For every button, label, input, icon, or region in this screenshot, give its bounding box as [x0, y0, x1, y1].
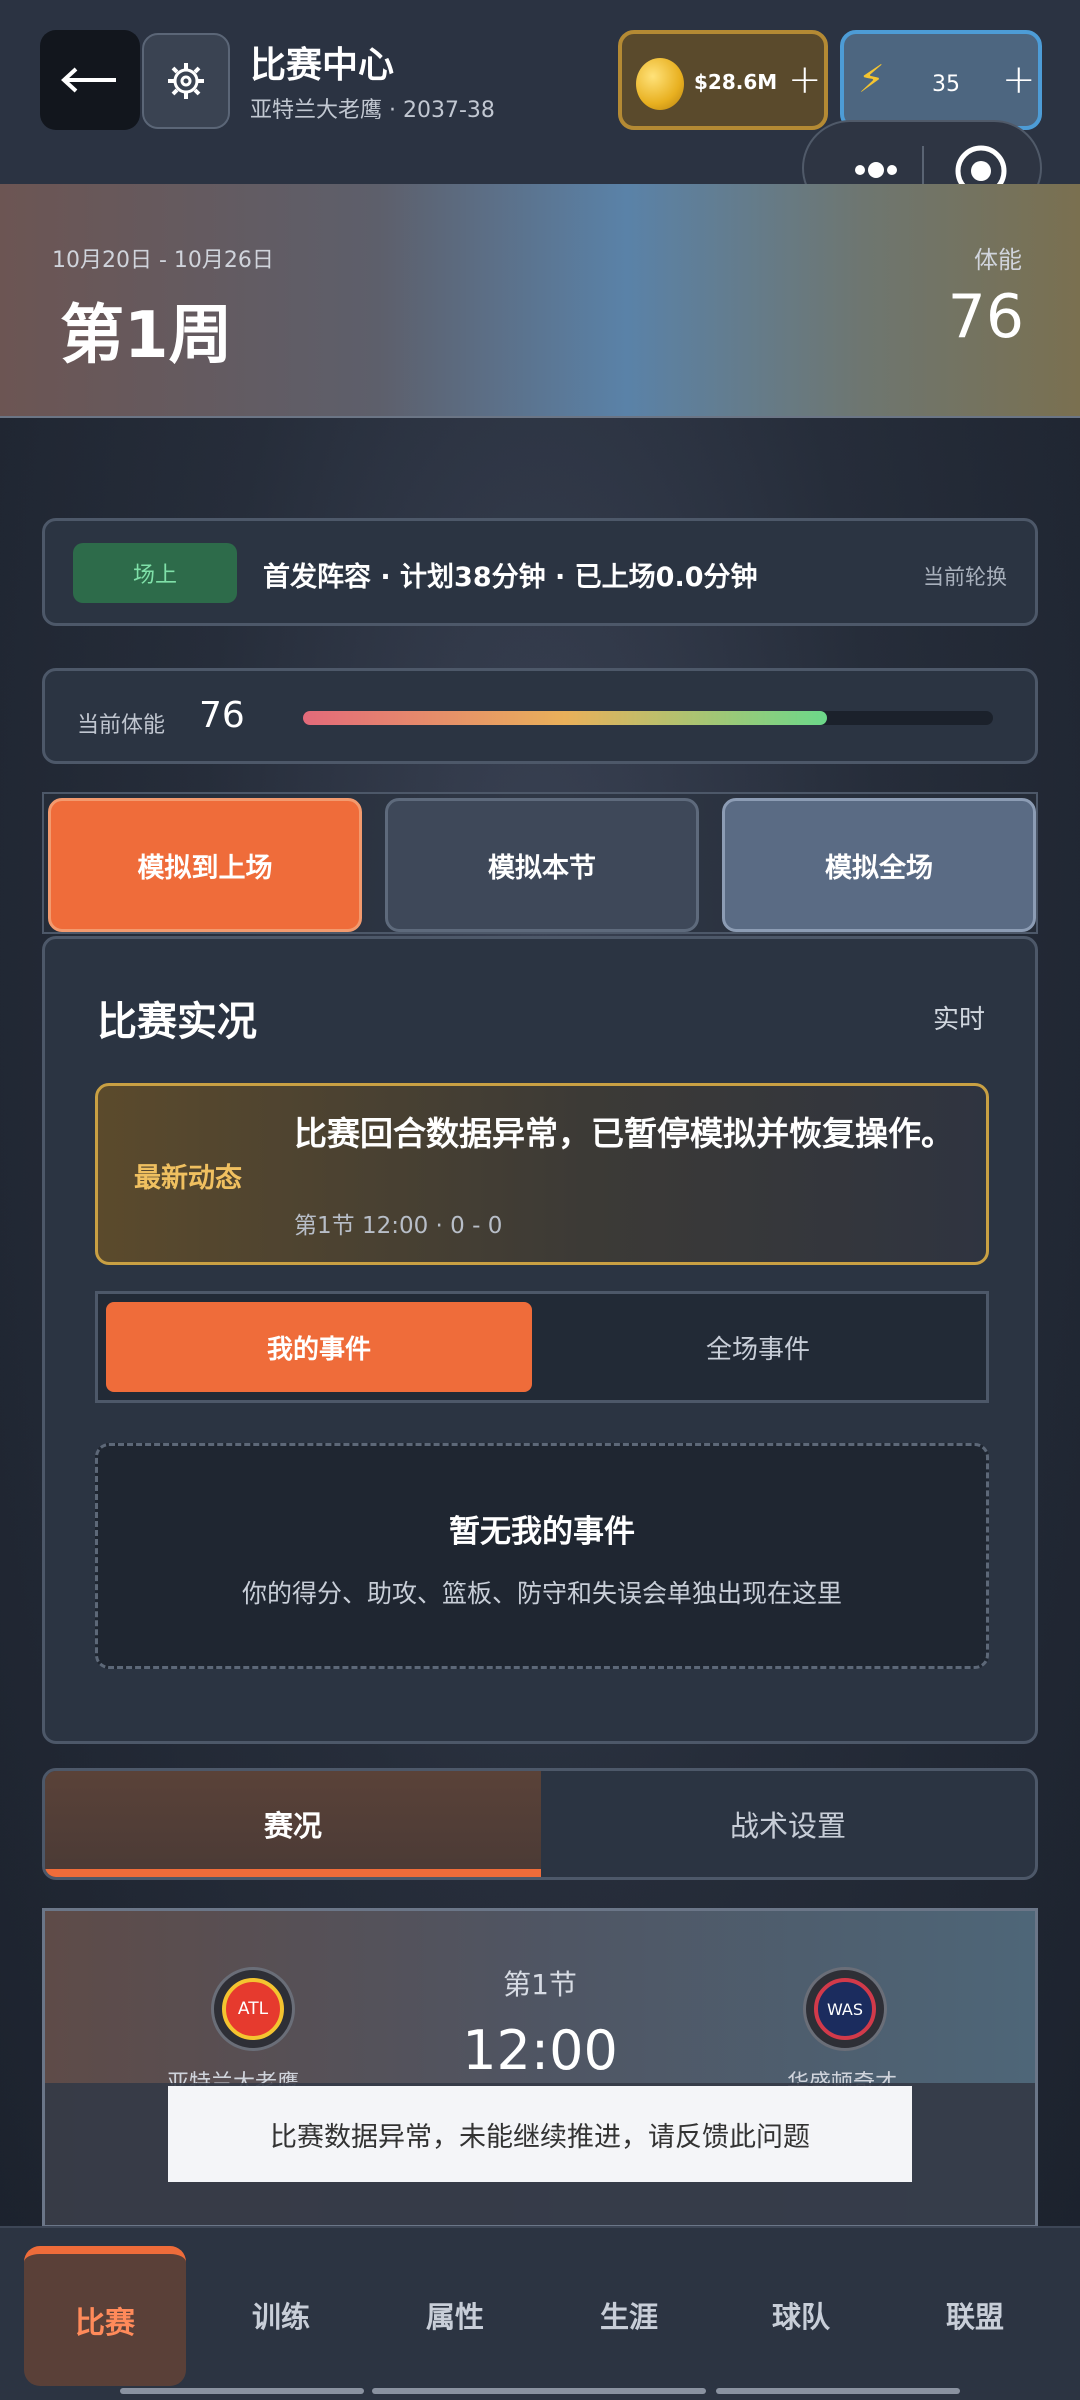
latest-update-card: 最新动态 比赛回合数据异常，已暂停模拟并恢复操作。 第1节 12:00 · 0 … [95, 1083, 989, 1265]
coin-balance[interactable]: $28.6M + [618, 30, 828, 130]
latest-update-text: 比赛回合数据异常，已暂停模拟并恢复操作。 [294, 1114, 954, 1153]
simulate-to-court-button[interactable]: 模拟到上场 [48, 798, 362, 932]
stamina-label: 体能 [974, 246, 1022, 274]
lineup-description: 首发阵容 · 计划38分钟 · 已上场0.0分钟 [263, 562, 758, 593]
active-tab-underline [45, 1869, 541, 1877]
on-court-badge: 场上 [73, 543, 237, 603]
week-date-range: 10月20日 - 10月26日 [52, 248, 274, 273]
arrow-left-icon [61, 67, 116, 93]
rotation-link[interactable]: 当前轮换 [923, 561, 1007, 591]
bottom-navigation: 比赛 训练 属性 生涯 球队 联盟 [0, 2226, 1080, 2400]
gear-icon [168, 63, 204, 99]
current-stamina-value: 76 [199, 695, 245, 736]
realtime-label: 实时 [932, 1005, 985, 1035]
all-events-tab[interactable]: 全场事件 [538, 1302, 978, 1392]
my-events-tab[interactable]: 我的事件 [106, 1302, 532, 1392]
nav-item-career[interactable]: 生涯 [542, 2228, 716, 2400]
settings-button[interactable] [142, 33, 230, 129]
back-button[interactable] [40, 30, 140, 130]
simulate-quarter-button[interactable]: 模拟本节 [385, 798, 699, 932]
empty-events-title: 暂无我的事件 [449, 1514, 635, 1550]
nav-item-attributes[interactable]: 属性 [368, 2228, 542, 2400]
add-coins-button[interactable]: + [788, 60, 822, 100]
empty-events-state: 暂无我的事件 你的得分、助攻、篮板、防守和失误会单独出现在这里 [95, 1443, 989, 1669]
scroll-indicator-3 [716, 2388, 960, 2394]
stamina-bar-fill [303, 711, 828, 725]
tab-tactics[interactable]: 战术设置 [541, 1771, 1035, 1877]
stamina-card: 当前体能 76 [42, 668, 1038, 764]
live-feed-panel: 比赛实况 实时 最新动态 比赛回合数据异常，已暂停模拟并恢复操作。 第1节 12… [42, 936, 1038, 1744]
current-stamina-label: 当前体能 [77, 713, 166, 738]
lineup-status-card: 场上 首发阵容 · 计划38分钟 · 已上场0.0分钟 当前轮换 [42, 518, 1038, 626]
simulation-button-row: 模拟到上场 模拟本节 模拟全场 [42, 792, 1038, 934]
week-banner: 10月20日 - 10月26日 第1周 体能 76 [0, 184, 1080, 418]
tab-game-status[interactable]: 赛况 [45, 1771, 541, 1877]
week-title: 第1周 [60, 299, 233, 373]
latest-update-meta: 第1节 12:00 · 0 - 0 [294, 1213, 503, 1239]
stamina-value: 76 [947, 282, 1024, 352]
quarter-label: 第1节 [503, 1968, 577, 2001]
nav-item-game[interactable]: 比赛 [24, 2246, 186, 2386]
nav-item-training[interactable]: 训练 [194, 2228, 368, 2400]
event-filter-toggle: 我的事件 全场事件 [95, 1291, 989, 1403]
simulate-full-game-button[interactable]: 模拟全场 [722, 798, 1036, 932]
stamina-bar-track [303, 711, 993, 725]
game-tabs: 赛况 战术设置 [42, 1768, 1038, 1880]
nav-item-team[interactable]: 球队 [714, 2228, 888, 2400]
empty-events-subtitle: 你的得分、助攻、篮板、防守和失误会单独出现在这里 [241, 1579, 842, 1608]
page-title: 比赛中心 [250, 45, 395, 86]
scroll-indicator-1 [120, 2388, 364, 2394]
add-energy-button[interactable]: + [1002, 60, 1036, 100]
latest-update-tag: 最新动态 [134, 1163, 242, 1194]
error-toast: 比赛数据异常，未能继续推进，请反馈此问题 [168, 2086, 912, 2182]
energy-value: 35 [932, 72, 960, 97]
live-feed-title: 比赛实况 [97, 999, 257, 1045]
nav-item-league[interactable]: 联盟 [888, 2228, 1062, 2400]
coin-icon [636, 58, 684, 110]
coin-value: $28.6M [694, 70, 778, 94]
energy-balance[interactable]: ⚡ 35 + [840, 30, 1042, 130]
scroll-indicator-2 [372, 2388, 706, 2394]
page-subtitle: 亚特兰大老鹰 · 2037-38 [250, 98, 495, 123]
lightning-icon: ⚡ [858, 57, 885, 101]
